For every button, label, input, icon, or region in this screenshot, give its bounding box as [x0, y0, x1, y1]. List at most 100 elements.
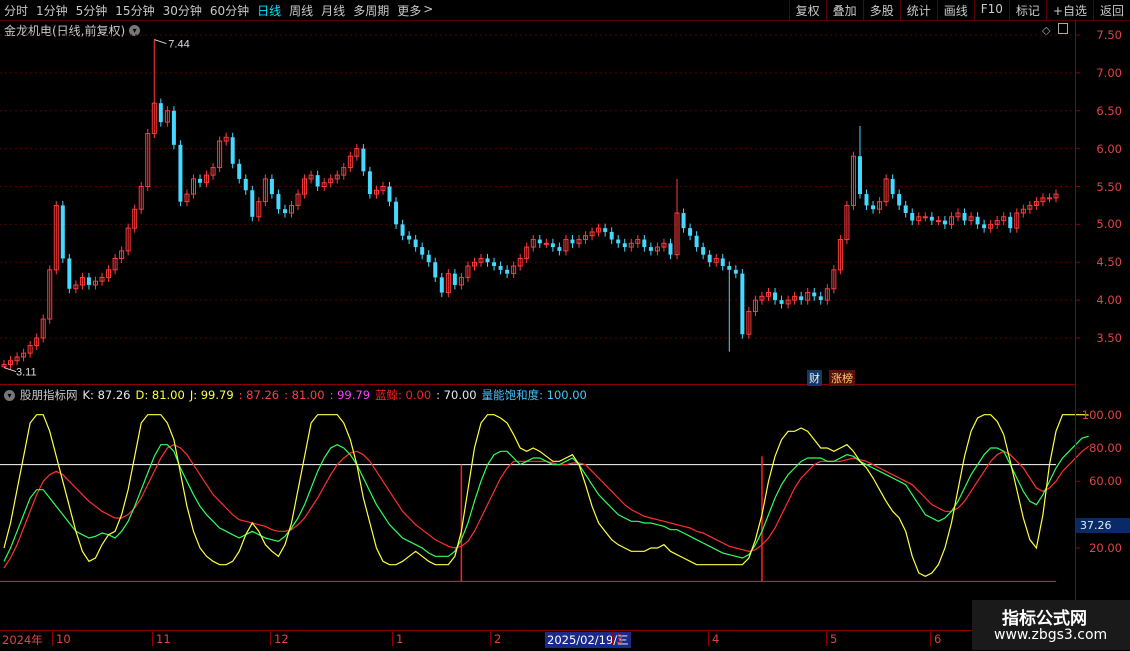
chevron-down-icon[interactable]: ▾ — [4, 389, 15, 401]
chevron-right-icon[interactable]: > — [423, 2, 433, 19]
candle-body — [125, 227, 131, 252]
price-tick-label: 7.00 — [1096, 65, 1122, 80]
period-tab[interactable]: 更多 — [397, 2, 421, 19]
toolbar-action-button[interactable]: +自选 — [1045, 0, 1093, 20]
candle-body — [897, 194, 902, 206]
watermark: 指标公式网 www.zbgs3.com — [972, 600, 1130, 650]
candle-body — [439, 277, 444, 293]
period-tab[interactable]: 1分钟 — [36, 2, 68, 19]
period-tab[interactable]: 15分钟 — [115, 2, 154, 19]
candle-body — [112, 257, 118, 271]
candle-body — [975, 216, 980, 225]
stock-title: 金龙机电(日线,前复权) ▾ — [4, 22, 141, 39]
toolbar-action-button[interactable]: 复权 — [788, 0, 826, 20]
price-tick-label: 3.50 — [1096, 331, 1122, 345]
candle-body — [844, 204, 850, 241]
candle-body — [570, 239, 575, 244]
candle-body — [922, 216, 928, 219]
candle-body — [628, 242, 634, 248]
candle-body — [857, 156, 862, 195]
candle-body — [452, 273, 457, 285]
period-tab[interactable]: 30分钟 — [163, 2, 202, 19]
candle-body — [204, 174, 210, 184]
indicator-header: ▾ 股朋指标网 K: 87.26 D: 81.00 J: 99.79 : 87.… — [4, 387, 587, 403]
month-label: 4 — [708, 632, 719, 646]
toolbar-action-button[interactable]: 叠加 — [825, 0, 863, 20]
period-tab[interactable]: 5分钟 — [76, 2, 108, 19]
candle-body — [302, 178, 308, 195]
chevron-down-icon[interactable]: ▾ — [129, 25, 141, 36]
candle-body — [73, 284, 79, 290]
candle-body — [295, 193, 301, 206]
indicator-tick-label: 100.00 — [1081, 407, 1122, 422]
candle-body — [14, 356, 20, 362]
candle-body — [445, 273, 451, 294]
candle-body — [740, 273, 745, 335]
candle-body — [916, 216, 922, 222]
candle-body — [308, 174, 314, 180]
candle-body — [746, 310, 752, 335]
candle-body — [1040, 197, 1046, 203]
candle-body — [799, 296, 804, 301]
candle-body — [485, 258, 490, 263]
candle-body — [968, 216, 974, 222]
candle-body — [759, 295, 765, 301]
toolbar-action-button[interactable]: F10 — [973, 0, 1009, 20]
price-tick-label: 6.00 — [1096, 141, 1122, 156]
candle-body — [929, 216, 934, 221]
candle-body — [1, 364, 7, 368]
toolbar-action-button[interactable]: 标记 — [1008, 0, 1046, 20]
candle-body — [315, 175, 320, 187]
candle-body — [935, 220, 941, 223]
candle-body — [511, 265, 517, 275]
candle-body — [576, 239, 582, 244]
indicator-name[interactable]: 股朋指标网 — [20, 387, 78, 403]
v2-value: : 81.00 — [284, 388, 325, 402]
period-tab[interactable]: 周线 — [289, 2, 313, 19]
candle-body — [328, 178, 334, 184]
candle-body — [727, 266, 732, 270]
month-label: 6 — [930, 632, 941, 646]
candle-body — [106, 269, 112, 278]
finance-badge[interactable]: 财 — [807, 370, 822, 386]
indicator-tick-label: 20.00 — [1089, 541, 1122, 555]
candle-body — [269, 178, 274, 195]
candle-body — [492, 262, 497, 267]
candle-body — [184, 193, 190, 203]
candle-body — [1020, 208, 1026, 214]
candle-body — [190, 178, 196, 195]
period-tab[interactable]: 多周期 — [353, 2, 389, 19]
candle-body — [8, 360, 14, 366]
candle-body — [471, 261, 477, 267]
toolbar-action-button[interactable]: 返回 — [1092, 0, 1130, 20]
candle-body — [413, 239, 418, 248]
candle-body — [505, 269, 510, 274]
period-tab[interactable]: 分时 — [4, 2, 28, 19]
candle-body — [785, 299, 791, 305]
period-tab[interactable]: 60分钟 — [210, 2, 249, 19]
candle-body — [250, 190, 255, 217]
period-tab[interactable]: 日线 — [257, 2, 281, 19]
candle-body — [818, 296, 823, 301]
panel-toggle-icon[interactable] — [1057, 23, 1068, 34]
price-tick-label: 4.50 — [1096, 255, 1122, 270]
candle-body — [341, 167, 347, 176]
toolbar-action-button[interactable]: 多股 — [862, 0, 900, 20]
toolbar-action-button[interactable]: 统计 — [899, 0, 937, 20]
period-tab[interactable]: 月线 — [321, 2, 345, 19]
candle-body — [1046, 197, 1052, 200]
limit-up-badge[interactable]: 涨榜 — [829, 370, 855, 386]
price-tick-label: 7.50 — [1096, 28, 1122, 42]
candle-body — [642, 239, 647, 248]
candle-body — [1027, 204, 1033, 210]
candle-body — [367, 171, 372, 195]
diamond-icon[interactable]: ◇ — [1042, 24, 1050, 37]
candle-body — [86, 277, 91, 285]
candle-body — [289, 204, 295, 214]
candle-body — [321, 182, 327, 187]
toolbar-action-button[interactable]: 画线 — [936, 0, 974, 20]
candle-body — [668, 243, 673, 255]
candle-body — [720, 258, 725, 267]
candle-body — [465, 265, 471, 278]
candle-body — [694, 235, 699, 248]
